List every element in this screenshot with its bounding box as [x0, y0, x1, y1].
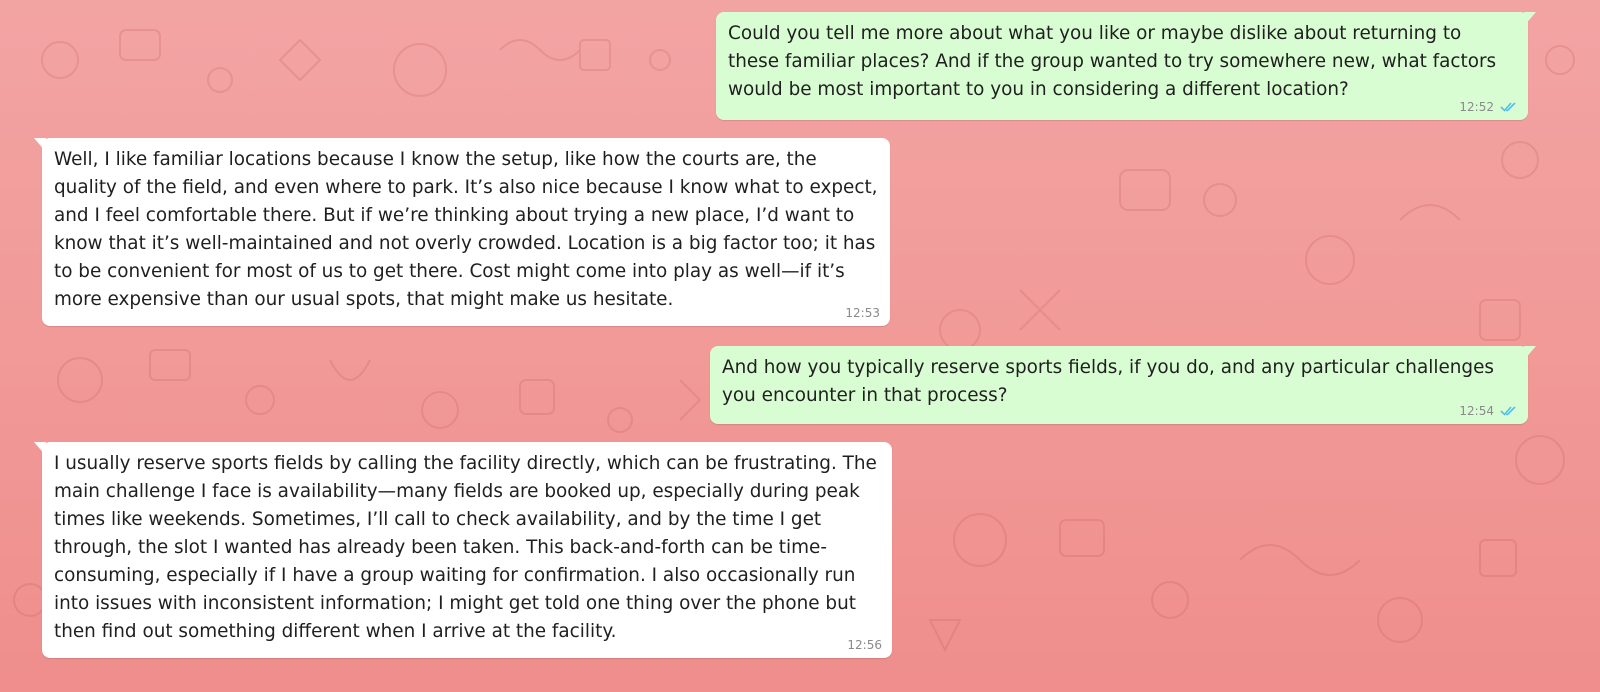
double-check-icon	[1500, 102, 1516, 112]
message-text: Could you tell me more about what you li…	[728, 23, 1497, 100]
message-meta: 12:54	[1459, 404, 1518, 418]
message-bubble-incoming[interactable]: I usually reserve sports fields by calli…	[34, 442, 892, 658]
bubble-tail-icon	[1524, 12, 1536, 26]
message-time: 12:52	[1459, 100, 1494, 114]
message-time: 12:53	[845, 306, 880, 320]
chat-conversation: Could you tell me more about what you li…	[0, 0, 1600, 692]
bubble-tail-icon	[34, 442, 46, 456]
message-bubble-outgoing[interactable]: Could you tell me more about what you li…	[716, 12, 1536, 120]
message-bubble-outgoing[interactable]: And how you typically reserve sports fie…	[710, 346, 1536, 424]
bubble-tail-icon	[34, 138, 46, 152]
bubble-tail-icon	[1524, 346, 1536, 360]
message-meta: 12:56	[847, 638, 882, 652]
message-text: I usually reserve sports fields by calli…	[54, 453, 877, 642]
message-bubble-incoming[interactable]: Well, I like familiar locations because …	[34, 138, 890, 326]
message-meta: 12:52	[1459, 100, 1518, 114]
message-text: And how you typically reserve sports fie…	[722, 357, 1494, 406]
double-check-icon	[1500, 406, 1516, 416]
message-time: 12:56	[847, 638, 882, 652]
message-time: 12:54	[1459, 404, 1494, 418]
message-meta: 12:53	[845, 306, 880, 320]
message-text: Well, I like familiar locations because …	[54, 149, 878, 310]
